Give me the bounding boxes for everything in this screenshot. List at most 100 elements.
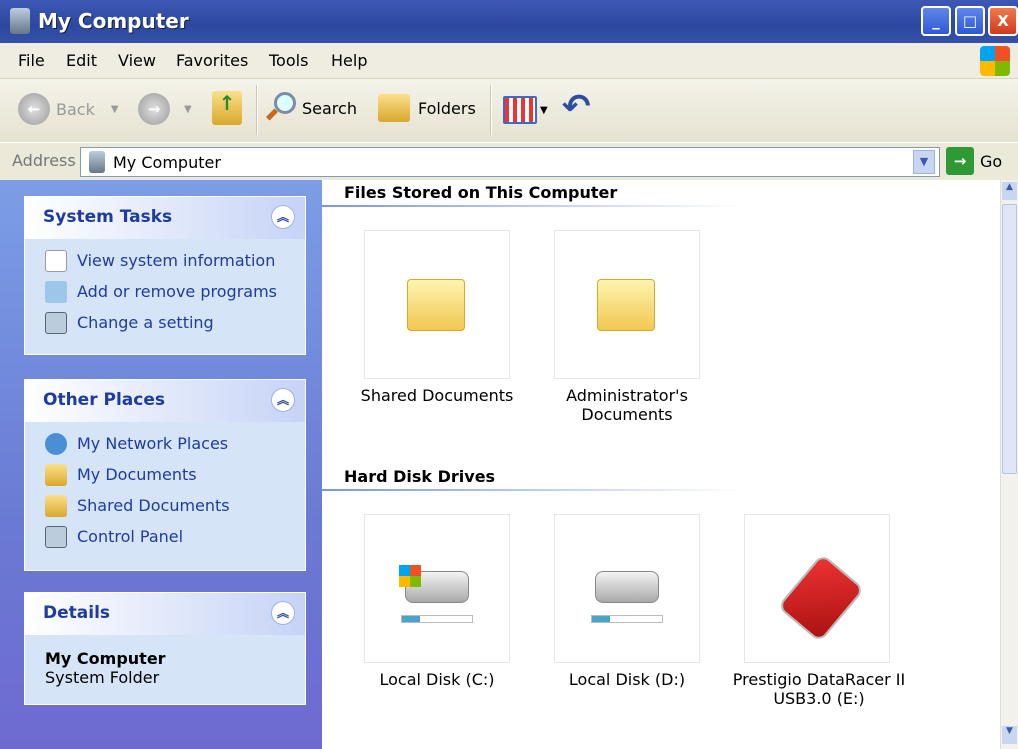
back-arrow-icon: ←: [18, 93, 50, 125]
place-label: My Documents: [77, 465, 197, 484]
hard-disk-icon: [595, 571, 659, 603]
place-label: My Network Places: [77, 434, 229, 453]
menu-bar: File Edit View Favorites Tools Help: [0, 43, 1018, 79]
place-my-network-places[interactable]: My Network Places: [25, 428, 305, 459]
usb-drive-icon: [777, 553, 865, 643]
toolbar: ← Back ▼ → ▼ ↑ Search Folders ▼ ↶: [0, 79, 1018, 142]
views-icon: [503, 96, 537, 124]
back-dropdown-icon[interactable]: ▼: [111, 104, 119, 115]
add-remove-icon: [45, 280, 67, 303]
task-add-remove-programs[interactable]: Add or remove programs: [25, 276, 305, 307]
folder-item[interactable]: [554, 230, 700, 379]
menu-tools[interactable]: Tools: [269, 51, 308, 70]
task-view-system-information[interactable]: View system information: [25, 245, 305, 276]
drive-label[interactable]: Local Disk (D:): [532, 670, 722, 689]
menu-edit[interactable]: Edit: [66, 51, 97, 70]
file-view: Files Stored on This Computer Shared Doc…: [322, 180, 1000, 749]
up-folder-icon[interactable]: ↑: [212, 91, 242, 125]
folder-label[interactable]: Shared Documents: [342, 386, 532, 405]
task-label: Change a setting: [77, 313, 214, 332]
place-label: Shared Documents: [77, 496, 230, 515]
folders-icon: [378, 94, 410, 122]
close-button[interactable]: X: [988, 6, 1018, 36]
title-bar: My Computer _ □ X: [0, 0, 1018, 43]
collapse-icon[interactable]: ︽: [271, 205, 295, 229]
disk-usage-bar: [591, 615, 663, 623]
control-panel-icon: [45, 311, 67, 334]
system-tasks-panel: System Tasks ︽ View system information Ad…: [24, 196, 306, 355]
system-tasks-header[interactable]: System Tasks ︽: [25, 197, 305, 239]
window-title: My Computer: [38, 9, 189, 33]
windows-logo-icon: [399, 565, 421, 587]
network-icon: [45, 432, 67, 455]
task-change-setting[interactable]: Change a setting: [25, 307, 305, 338]
collapse-icon[interactable]: ︽: [271, 601, 295, 625]
other-places-panel: Other Places ︽ My Network Places My Docum…: [24, 379, 306, 571]
panel-title: System Tasks: [43, 207, 173, 227]
other-places-header[interactable]: Other Places ︽: [25, 380, 305, 422]
drive-label[interactable]: Prestigio DataRacer II USB3.0 (E:): [704, 670, 934, 708]
go-arrow-icon: →: [946, 147, 974, 175]
windows-logo-icon: [980, 46, 1010, 76]
task-label: Add or remove programs: [77, 282, 277, 301]
collapse-icon[interactable]: ︽: [271, 388, 295, 412]
place-label: Control Panel: [77, 527, 184, 546]
forward-button[interactable]: → ▼: [138, 93, 192, 125]
folder-icon: [597, 279, 655, 331]
place-shared-documents[interactable]: Shared Documents: [25, 490, 305, 521]
details-name: My Computer: [45, 649, 166, 668]
address-value: My Computer: [113, 153, 221, 172]
undo-icon[interactable]: ↶: [562, 87, 591, 127]
vertical-scrollbar[interactable]: ▲ ▼: [1000, 180, 1018, 749]
drive-item-e[interactable]: [744, 514, 890, 663]
drive-item-d[interactable]: [554, 514, 700, 663]
menu-favorites[interactable]: Favorites: [176, 51, 248, 70]
folder-icon: [45, 494, 67, 517]
search-icon: [265, 92, 296, 124]
computer-icon: [89, 151, 105, 173]
my-documents-icon: [45, 463, 67, 486]
computer-icon: [10, 8, 30, 34]
place-control-panel[interactable]: Control Panel: [25, 521, 305, 552]
maximize-button[interactable]: □: [955, 6, 985, 36]
go-label: Go: [980, 151, 1003, 171]
drive-item-c[interactable]: [364, 514, 510, 663]
scroll-thumb[interactable]: [1002, 204, 1017, 474]
folders-label: Folders: [418, 98, 476, 118]
address-input[interactable]: My Computer ▼: [80, 147, 940, 177]
details-type: System Folder: [45, 668, 160, 687]
menu-file[interactable]: File: [18, 51, 45, 70]
address-bar: Address My Computer ▼ → Go: [0, 142, 1018, 180]
folder-item[interactable]: [364, 230, 510, 379]
details-panel: Details ︽ My Computer System Folder: [24, 592, 306, 705]
disk-usage-bar: [401, 615, 473, 623]
control-panel-icon: [45, 525, 67, 548]
folder-icon: [407, 279, 465, 331]
address-label: Address: [12, 151, 76, 170]
scroll-down-icon[interactable]: ▼: [1002, 726, 1017, 744]
minimize-button[interactable]: _: [921, 6, 951, 36]
search-label: Search: [302, 98, 357, 118]
panel-title: Other Places: [43, 390, 165, 410]
details-header[interactable]: Details ︽: [25, 593, 305, 635]
folder-label[interactable]: Administrator's Documents: [532, 386, 722, 424]
folders-button[interactable]: Folders: [378, 94, 476, 122]
menu-help[interactable]: Help: [331, 51, 367, 70]
address-dropdown-icon[interactable]: ▼: [913, 150, 935, 174]
views-button[interactable]: ▼: [503, 96, 548, 124]
menu-view[interactable]: View: [118, 51, 156, 70]
system-info-icon: [45, 249, 67, 272]
section-header-drives: Hard Disk Drives: [344, 467, 496, 486]
panel-title: Details: [43, 603, 111, 623]
section-header-files: Files Stored on This Computer: [344, 183, 618, 202]
back-label: Back: [56, 99, 95, 119]
scroll-up-icon[interactable]: ▲: [1002, 182, 1017, 200]
place-my-documents[interactable]: My Documents: [25, 459, 305, 490]
back-button[interactable]: ← Back ▼: [18, 93, 119, 125]
go-button[interactable]: → Go: [946, 147, 1002, 175]
task-label: View system information: [77, 251, 276, 270]
task-pane: System Tasks ︽ View system information Ad…: [0, 180, 322, 749]
forward-arrow-icon: →: [138, 93, 170, 125]
search-button[interactable]: Search: [265, 92, 357, 124]
drive-label[interactable]: Local Disk (C:): [342, 670, 532, 689]
